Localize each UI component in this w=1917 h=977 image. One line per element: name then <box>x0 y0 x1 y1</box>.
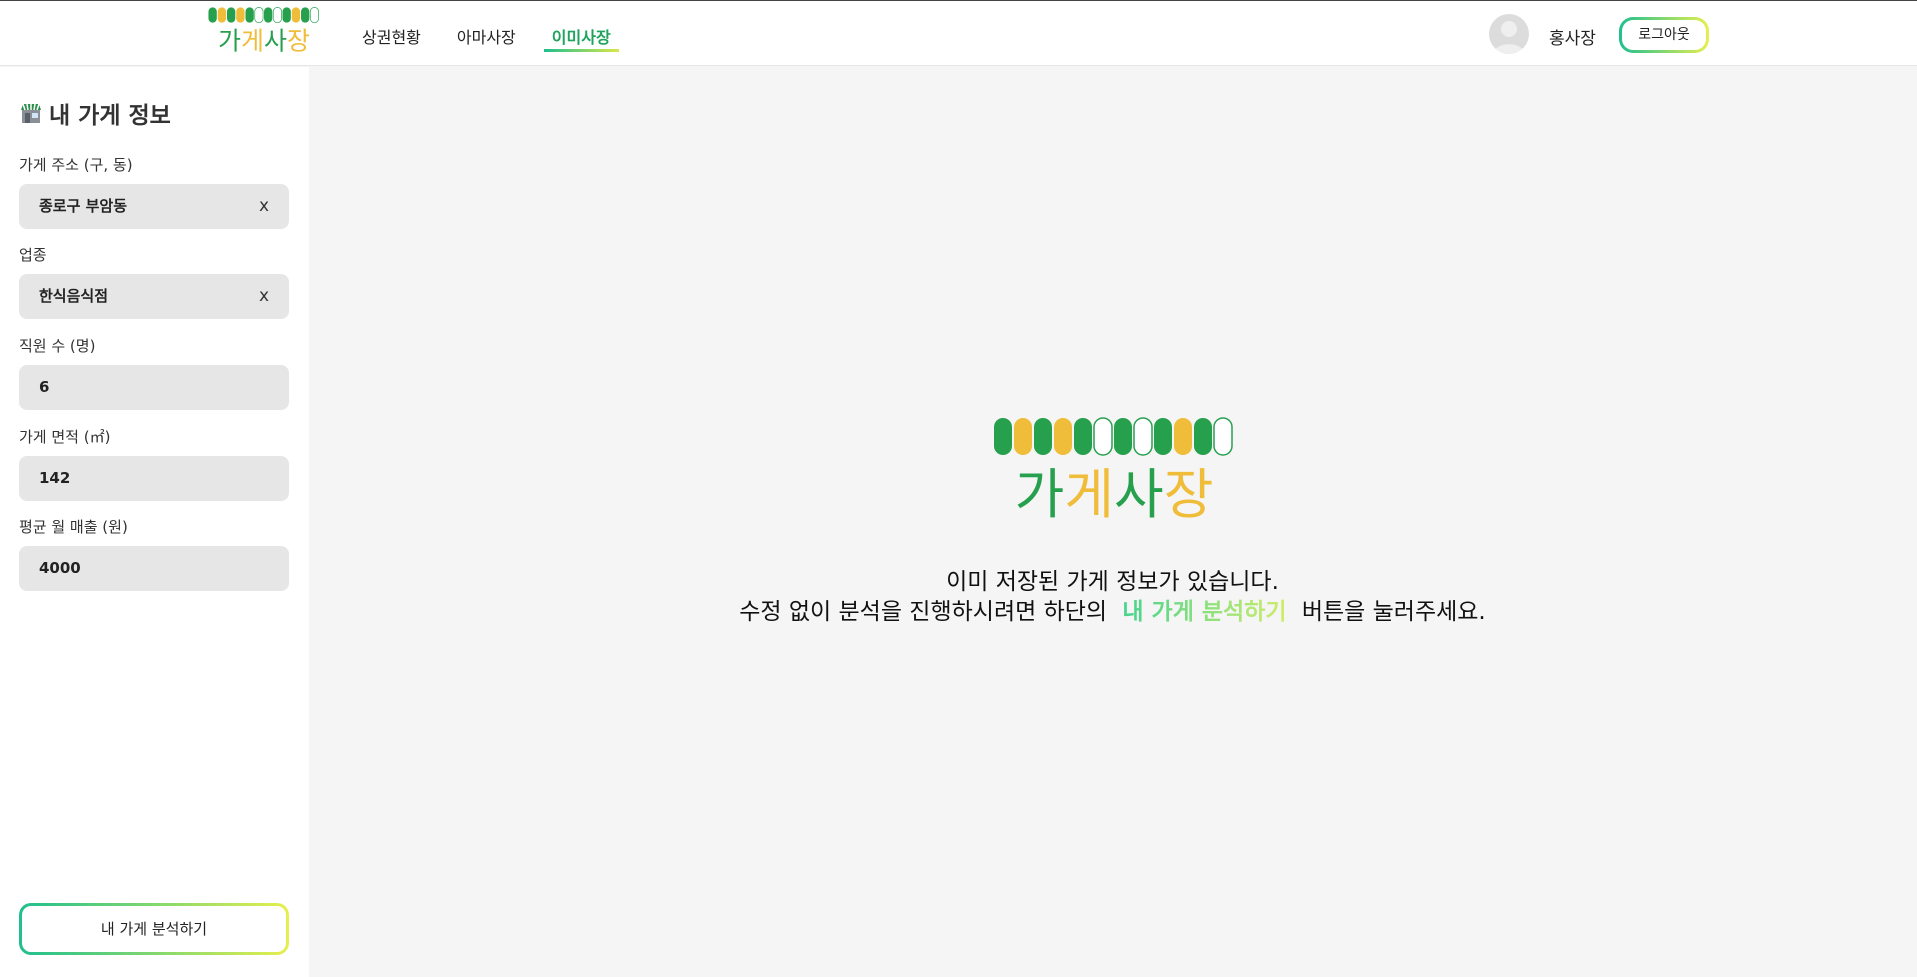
top-header: 가게사장 상권현황 아마사장 이미사장 홍사장 로그아웃 <box>0 0 1917 66</box>
area-field[interactable]: 142 <box>19 456 289 501</box>
sales-label: 평균 월 매출 (원) <box>19 518 128 536</box>
svg-text:가게사장: 가게사장 <box>1015 463 1214 521</box>
address-label: 가게 주소 (구, 동) <box>19 156 133 174</box>
clear-address-button[interactable]: x <box>259 184 269 229</box>
address-field[interactable]: 종로구 부암동 x <box>19 184 289 229</box>
sales-field[interactable]: 4000 <box>19 546 289 591</box>
address-value: 종로구 부암동 <box>39 197 128 215</box>
awning-icon <box>208 7 319 24</box>
employees-label: 직원 수 (명) <box>19 337 96 355</box>
saved-info-message: 이미 저장된 가게 정보가 있습니다. <box>946 569 1279 595</box>
employees-field[interactable]: 6 <box>19 365 289 410</box>
sidebar-title-text: 내 가게 정보 <box>49 103 171 129</box>
main-logo: 가게사장 <box>994 417 1233 521</box>
user-name: 홍사장 <box>1549 29 1596 49</box>
nav-future-owner[interactable]: 아마사장 <box>457 1 516 54</box>
category-field[interactable]: 한식음식점 x <box>19 274 289 319</box>
avatar[interactable] <box>1489 14 1529 54</box>
sales-value: 4000 <box>39 559 81 577</box>
store-icon <box>21 103 41 123</box>
nav-market-status[interactable]: 상권현황 <box>362 1 421 54</box>
active-tab-indicator <box>543 49 619 52</box>
instruction-message: 수정 없이 분석을 진행하시려면 하단의 내 가게 분석하기 버튼을 눌러주세요… <box>600 592 1625 626</box>
sidebar: 내 가게 정보 가게 주소 (구, 동) 종로구 부암동 x 업종 한식음식점 … <box>0 67 309 977</box>
instruction-text: 수정 없이 분석을 진행하시려면 하단의 <box>739 599 1108 625</box>
user-icon <box>1493 21 1525 54</box>
awning-icon <box>994 417 1233 456</box>
instruction-text-end: 버튼을 눌러주세요. <box>1301 599 1486 625</box>
logout-button[interactable]: 로그아웃 <box>1619 17 1709 53</box>
category-label: 업종 <box>19 246 47 264</box>
svg-text:가게사장: 가게사장 <box>218 27 310 56</box>
area-label: 가게 면적 (㎡) <box>19 428 111 446</box>
main-nav: 상권현황 아마사장 이미사장 <box>362 1 655 67</box>
sidebar-title: 내 가게 정보 <box>19 96 171 130</box>
area-value: 142 <box>39 469 71 487</box>
employees-value: 6 <box>39 378 50 396</box>
clear-category-button[interactable]: x <box>259 274 269 319</box>
nav-label: 상권현황 <box>362 28 421 47</box>
instruction-highlight: 내 가게 분석하기 <box>1114 599 1294 625</box>
logo[interactable]: 가게사장 <box>208 6 320 56</box>
category-value: 한식음식점 <box>39 287 109 305</box>
nav-label: 이미사장 <box>551 28 611 47</box>
analyze-store-button[interactable]: 내 가게 분석하기 <box>19 903 289 955</box>
nav-current-owner[interactable]: 이미사장 <box>543 1 619 54</box>
nav-label: 아마사장 <box>456 28 516 47</box>
